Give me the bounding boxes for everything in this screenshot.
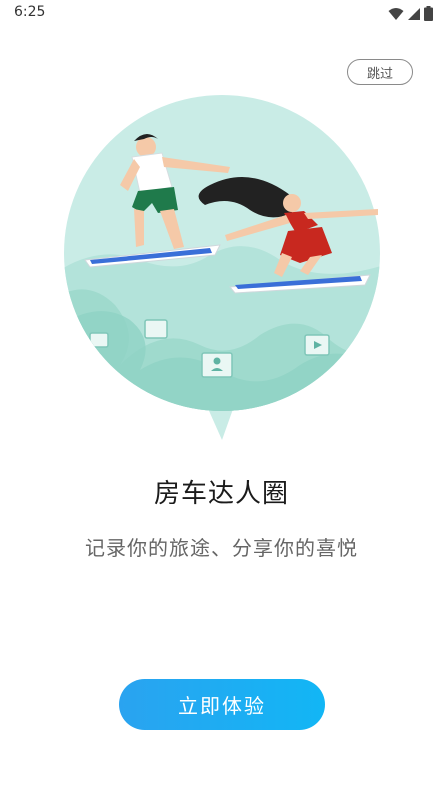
page-title: 房车达人圈	[153, 479, 289, 509]
signal-icon	[408, 7, 420, 20]
skip-button[interactable]: 跳过	[347, 59, 413, 85]
status-bar: 6:25	[0, 0, 443, 28]
page-subtitle: 记录你的旅途、分享你的喜悦	[85, 536, 358, 560]
battery-icon	[424, 6, 433, 21]
start-button[interactable]: 立即体验	[119, 679, 325, 730]
wifi-icon	[388, 7, 404, 20]
status-time: 6:25	[14, 4, 46, 20]
surfing-couple-illustration	[64, 95, 380, 440]
status-icons	[388, 6, 433, 21]
